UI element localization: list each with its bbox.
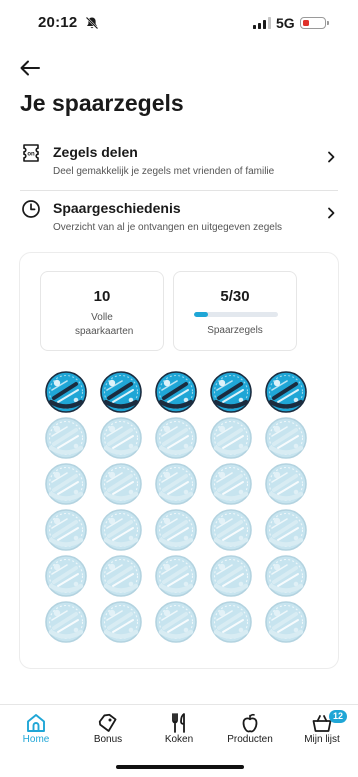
chevron-right-icon [328,207,335,219]
share-stamps-icon: on [23,144,39,162]
home-indicator [116,765,244,769]
stamp-empty [155,463,197,505]
nav-mijn-lijst-label: Mijn lijst [304,734,340,745]
full-cards-box: 10 Volle spaarkaarten [40,271,164,351]
stamp-empty [265,601,307,643]
nav-producten-label: Producten [227,734,273,745]
stamps-count: 5/30 [220,288,250,305]
network-label: 5G [276,15,295,31]
stamp-empty [155,555,197,597]
cutlery-icon [172,713,185,733]
stamp-empty [100,555,142,597]
nav-koken[interactable]: Koken [143,705,215,753]
nav-mijn-lijst[interactable]: 12 Mijn lijst [286,705,358,753]
status-time: 20:12 [38,14,78,31]
stamp-empty [45,417,87,459]
stamp-empty [265,509,307,551]
stamp-empty [45,509,87,551]
clock-icon [22,200,40,218]
stamp-empty [100,601,142,643]
share-stamps-title: Zegels delen [53,144,138,160]
chevron-right-icon [328,151,335,163]
stamp-empty [210,463,252,505]
stamp-empty [265,555,307,597]
stamp-empty [100,509,142,551]
stamp-empty [155,417,197,459]
stamp-collected [265,371,307,413]
stamp-empty [45,463,87,505]
stamp-card: 10 Volle spaarkaarten 5/30 Spaarzegels [19,252,339,669]
saving-history-title: Spaargeschiedenis [53,200,181,216]
svg-text:on: on [27,152,35,158]
stamp-collected [210,371,252,413]
share-stamps-subtitle: Deel gemakkelijk je zegels met vrienden … [53,166,275,177]
battery-icon [300,17,326,29]
back-arrow-icon[interactable] [18,57,42,79]
stamp-empty [210,601,252,643]
stamp-empty [45,601,87,643]
stamp-empty [155,509,197,551]
apple-icon [242,713,258,733]
nav-koken-label: Koken [164,734,194,745]
stamp-grid [45,371,315,651]
list-count-badge: 12 [329,710,347,723]
stamps-progress-fill [194,312,208,317]
saving-history-subtitle: Overzicht van al je ontvangen en uitgege… [53,222,283,233]
stamps-progress-bar [194,312,278,317]
stamp-empty [265,417,307,459]
battery-cap [327,21,329,25]
nav-bonus-label: Bonus [93,734,123,745]
status-bar: 20:12 5G [0,0,358,48]
saving-history-row[interactable]: Spaargeschiedenis Overzicht van al je on… [20,199,338,239]
nav-home[interactable]: Home [0,705,72,753]
nav-bonus[interactable]: Bonus [72,705,144,753]
tag-icon [98,713,117,732]
share-stamps-row[interactable]: on Zegels delen Deel gemakkelijk je zege… [20,143,338,183]
stamp-empty [155,601,197,643]
nav-producten[interactable]: Producten [214,705,286,753]
stamp-collected [155,371,197,413]
stamp-empty [45,555,87,597]
nav-home-label: Home [22,734,50,745]
stamp-empty [210,555,252,597]
page-title: Je spaarzegels [20,90,184,116]
full-cards-count: 10 [93,288,111,305]
divider [20,190,338,191]
stamp-empty [100,463,142,505]
stamp-collected [100,371,142,413]
home-icon [27,714,45,732]
bottom-nav: Home Bonus Koken Producten 12 Mijn lijst [0,705,358,755]
signal-icon [253,17,271,29]
stamp-collected [45,371,87,413]
stamp-empty [100,417,142,459]
stamps-label: Spaarzegels [207,325,263,336]
stamp-empty [265,463,307,505]
muted-bell-icon [85,16,99,30]
full-cards-label: Volle spaarkaarten [75,312,134,337]
stamp-empty [210,417,252,459]
stamps-progress-box: 5/30 Spaarzegels [173,271,297,351]
stamp-empty [210,509,252,551]
